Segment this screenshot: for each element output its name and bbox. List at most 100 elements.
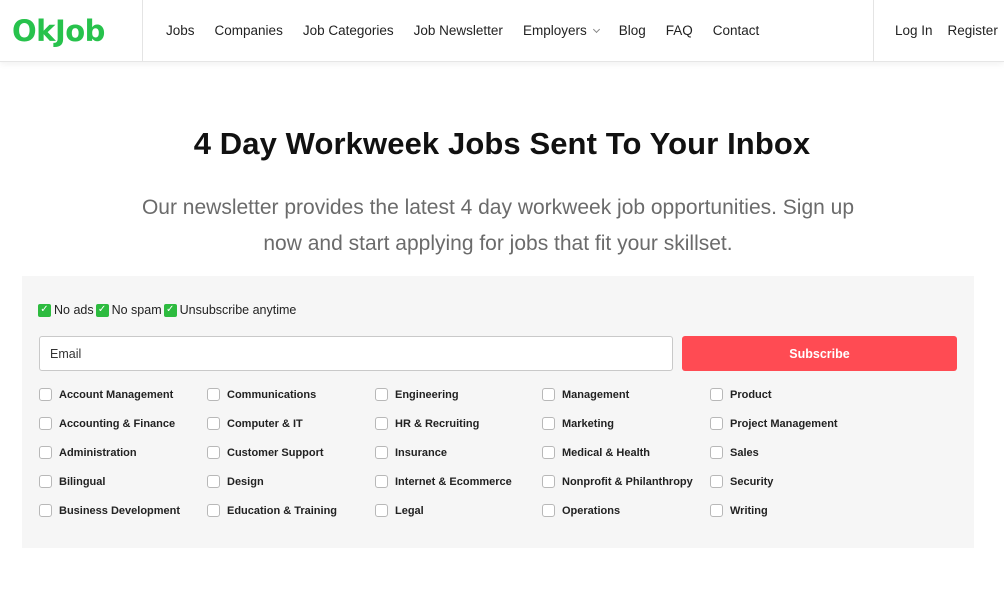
checkbox[interactable] [710, 504, 723, 517]
subscribe-button[interactable]: Subscribe [682, 336, 957, 371]
checkbox[interactable] [710, 446, 723, 459]
category-project-management[interactable]: Project Management [710, 416, 878, 445]
checkbox[interactable] [39, 504, 52, 517]
checkbox[interactable] [375, 504, 388, 517]
category-internet-and-ecommerce[interactable]: Internet & Ecommerce [375, 474, 543, 503]
checkbox[interactable] [710, 417, 723, 430]
category-label: Customer Support [227, 447, 324, 459]
checkbox[interactable] [375, 475, 388, 488]
category-sales[interactable]: Sales [710, 445, 878, 474]
checkbox[interactable] [542, 504, 555, 517]
category-medical-and-health[interactable]: Medical & Health [542, 445, 710, 474]
register-link[interactable]: Register [948, 23, 998, 38]
category-label: Business Development [59, 505, 181, 517]
category-operations[interactable]: Operations [542, 503, 710, 532]
category-education-and-training[interactable]: Education & Training [207, 503, 375, 532]
checkbox[interactable] [542, 446, 555, 459]
category-label: Engineering [395, 389, 459, 401]
category-label: Account Management [59, 389, 174, 401]
category-writing[interactable]: Writing [710, 503, 878, 532]
site-logo[interactable]: OkJob [12, 14, 105, 48]
category-legal[interactable]: Legal [375, 503, 543, 532]
page-subtitle: Our newsletter provides the latest 4 day… [141, 196, 855, 255]
nav-job-newsletter[interactable]: Job Newsletter [414, 23, 503, 38]
category-label: Insurance [395, 447, 447, 459]
newsletter-form: ✓ No ads ✓ No spam ✓ Unsubscribe anytime… [22, 276, 974, 548]
category-engineering[interactable]: Engineering [375, 387, 543, 416]
category-label: Security [730, 476, 774, 488]
category-label: Communications [227, 389, 317, 401]
checkbox[interactable] [207, 388, 220, 401]
checkbox[interactable] [39, 417, 52, 430]
category-label: Nonprofit & Philanthropy [562, 476, 693, 488]
category-column: Account Management Accounting & Finance Ad… [39, 387, 207, 532]
category-bilingual[interactable]: Bilingual [39, 474, 207, 503]
category-column: Management Marketing Medical & Health Nonpr… [542, 387, 710, 532]
checkbox[interactable] [207, 417, 220, 430]
checkbox[interactable] [375, 446, 388, 459]
category-customer-support[interactable]: Customer Support [207, 445, 375, 474]
check-icon: ✓ [38, 303, 51, 317]
category-label: Management [562, 389, 630, 401]
category-product[interactable]: Product [710, 387, 878, 416]
checkbox[interactable] [542, 417, 555, 430]
category-label: Writing [730, 505, 768, 517]
category-accounting-and-finance[interactable]: Accounting & Finance [39, 416, 207, 445]
category-label: Administration [59, 447, 137, 459]
checkbox[interactable] [375, 417, 388, 430]
category-management[interactable]: Management [542, 387, 710, 416]
perk-no-spam: No spam [111, 303, 162, 317]
category-label: Medical & Health [562, 447, 651, 459]
category-nonprofit-and-philanthropy[interactable]: Nonprofit & Philanthropy [542, 474, 710, 503]
checkbox[interactable] [207, 446, 220, 459]
nav-job-categories[interactable]: Job Categories [303, 23, 394, 38]
chevron-down-icon [592, 25, 600, 33]
category-design[interactable]: Design [207, 474, 375, 503]
category-communications[interactable]: Communications [207, 387, 375, 416]
category-label: Operations [562, 505, 621, 517]
category-label: Bilingual [59, 476, 106, 488]
checkbox[interactable] [39, 446, 52, 459]
category-label: Computer & IT [227, 418, 303, 430]
checkbox[interactable] [542, 475, 555, 488]
category-label: Marketing [562, 418, 614, 430]
auth-links: Log In Register [873, 0, 1004, 61]
site-header: OkJob Jobs Companies Job Categories Job … [0, 0, 1004, 62]
checkbox[interactable] [39, 475, 52, 488]
nav-faq[interactable]: FAQ [666, 23, 693, 38]
checkbox[interactable] [207, 504, 220, 517]
category-administration[interactable]: Administration [39, 445, 207, 474]
main-nav: Jobs Companies Job Categories Job Newsle… [166, 0, 779, 61]
checkbox[interactable] [542, 388, 555, 401]
category-column: Product Project Management Sales Security Wr… [710, 387, 878, 532]
nav-contact[interactable]: Contact [713, 23, 760, 38]
category-hr-and-recruiting[interactable]: HR & Recruiting [375, 416, 543, 445]
checkbox[interactable] [39, 388, 52, 401]
category-account-management[interactable]: Account Management [39, 387, 207, 416]
checkbox[interactable] [375, 388, 388, 401]
email-input[interactable] [39, 336, 673, 371]
category-column: Communications Computer & IT Customer Supp… [207, 387, 375, 532]
nav-blog[interactable]: Blog [619, 23, 646, 38]
category-security[interactable]: Security [710, 474, 878, 503]
category-insurance[interactable]: Insurance [375, 445, 543, 474]
checkbox[interactable] [710, 388, 723, 401]
category-computer-and-it[interactable]: Computer & IT [207, 416, 375, 445]
page-title: 4 Day Workweek Jobs Sent To Your Inbox [193, 126, 811, 161]
logo-container: OkJob [0, 0, 143, 61]
nav-employers[interactable]: Employers [522, 23, 600, 38]
checkbox[interactable] [207, 475, 220, 488]
category-label: Internet & Ecommerce [395, 476, 512, 488]
nav-employers-label: Employers [522, 23, 587, 38]
category-label: Education & Training [227, 505, 338, 517]
category-label: Accounting & Finance [59, 418, 176, 430]
login-link[interactable]: Log In [895, 23, 933, 38]
category-business-development[interactable]: Business Development [39, 503, 207, 532]
nav-jobs[interactable]: Jobs [166, 23, 195, 38]
category-label: Product [730, 389, 772, 401]
check-icon: ✓ [163, 303, 177, 317]
category-marketing[interactable]: Marketing [542, 416, 710, 445]
category-label: Sales [730, 447, 759, 459]
nav-companies[interactable]: Companies [215, 23, 283, 38]
checkbox[interactable] [710, 475, 723, 488]
